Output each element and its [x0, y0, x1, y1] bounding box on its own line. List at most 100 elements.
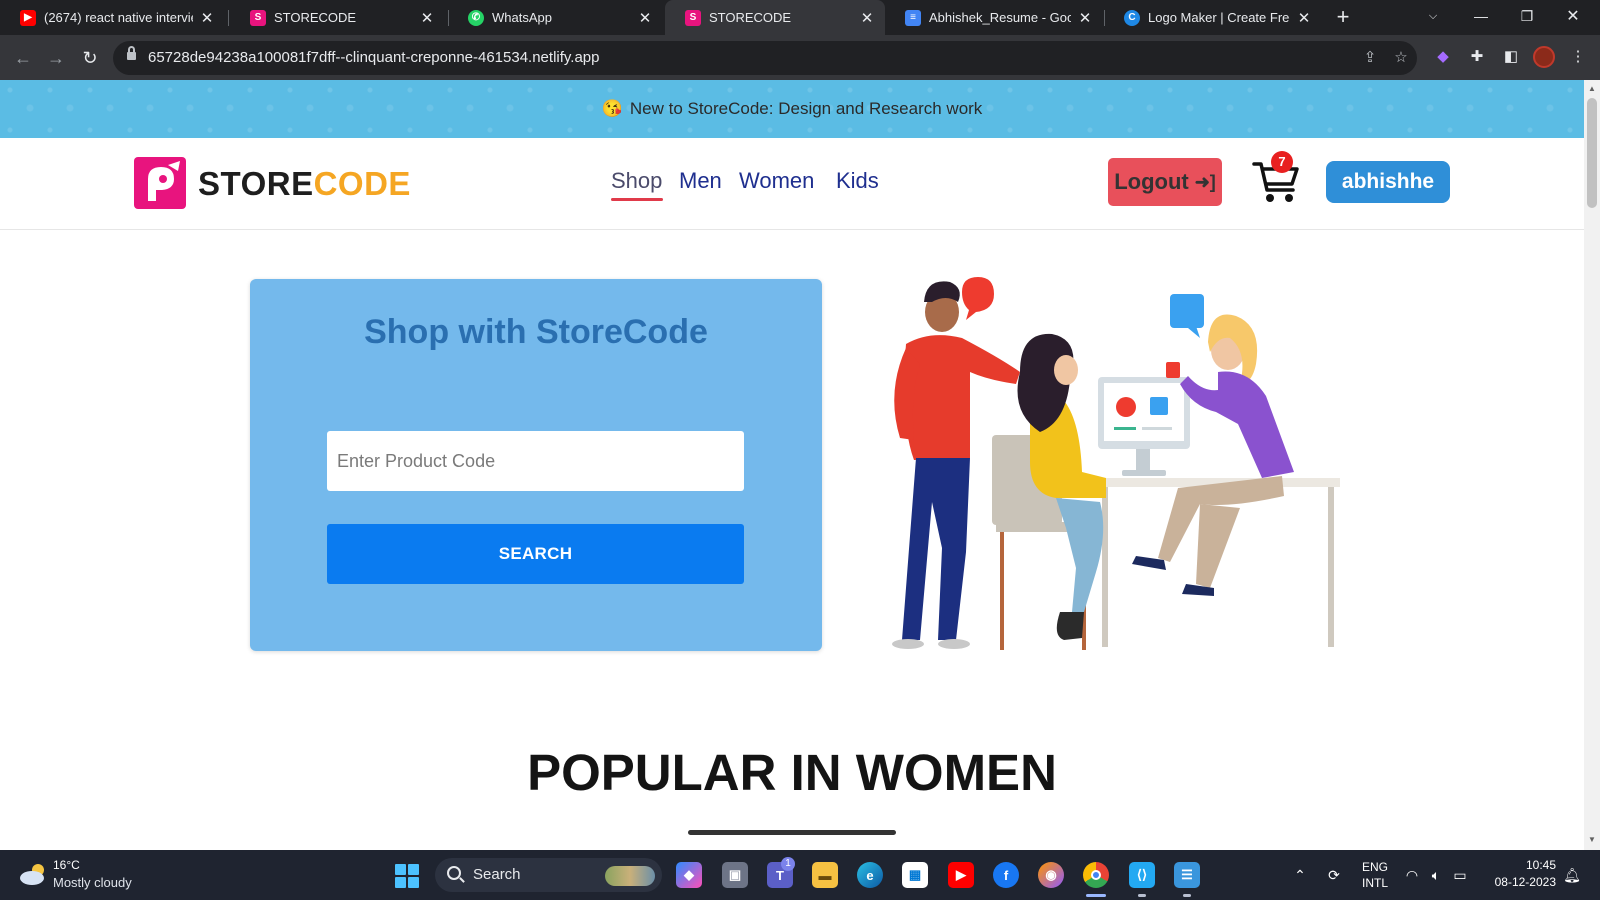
notepad-running-indicator	[1183, 894, 1191, 897]
windows-start-icon[interactable]	[395, 864, 419, 888]
tab-storecode-active[interactable]: S STORECODE ✕	[665, 0, 885, 35]
tab-title: (2674) react native intervie	[44, 10, 193, 25]
user-profile-button[interactable]: abhishhe	[1326, 161, 1450, 203]
scroll-up-arrow-icon[interactable]: ▲	[1587, 84, 1597, 94]
page-scrollbar[interactable]: ▲ ▼	[1584, 80, 1600, 850]
edge-browser-icon[interactable]: e	[857, 862, 883, 888]
logout-button[interactable]: Logout ➜]	[1108, 158, 1222, 206]
extension-copilot-icon[interactable]: ◆	[1431, 45, 1455, 69]
extensions-puzzle-icon[interactable]: ✚	[1465, 45, 1489, 69]
clock-date[interactable]: 08-12-2023	[1484, 875, 1556, 889]
sync-icon[interactable]: ⟳	[1324, 865, 1344, 885]
whatsapp-icon: ✆	[468, 9, 484, 26]
product-code-input[interactable]	[327, 431, 744, 491]
clock-time[interactable]: 10:45	[1484, 858, 1556, 872]
search-button[interactable]: SEARCH	[327, 524, 744, 584]
language-indicator-line1[interactable]: ENG	[1356, 860, 1394, 874]
tab-title: STORECODE	[274, 10, 357, 25]
site-logo-text[interactable]: STORECODE	[198, 165, 411, 203]
announcement-text: New to StoreCode: Design and Research wo…	[629, 99, 983, 118]
windows-taskbar: 16°C Mostly cloudy Search ◆ ▣ T 1 ▬ e ▦ …	[0, 850, 1600, 900]
firefox-icon[interactable]: ◉	[1038, 862, 1064, 888]
youtube-app-icon[interactable]: ▶	[948, 862, 974, 888]
team-working-illustration	[892, 277, 1340, 650]
kiss-emoji-icon: 😘	[601, 99, 623, 118]
notepad-icon[interactable]: ☰	[1174, 862, 1200, 888]
restore-icon[interactable]: ❐	[1504, 0, 1550, 35]
vscode-running-indicator	[1138, 894, 1146, 897]
storecode-logo-icon[interactable]	[134, 157, 186, 209]
nav-kids[interactable]: Kids	[836, 168, 879, 194]
tab-google-docs[interactable]: ≡ Abhishek_Resume - Googl ✕	[885, 0, 1103, 35]
nav-women[interactable]: Women	[739, 168, 814, 194]
sign-out-icon: ➜]	[1194, 171, 1216, 192]
new-tab-button[interactable]: +	[1330, 4, 1356, 30]
product-search-card: Shop with StoreCode SEARCH	[250, 279, 822, 651]
scroll-down-arrow-icon[interactable]: ▼	[1587, 835, 1597, 845]
address-bar[interactable]: 65728de94238a100081f7dff--clinquant-crep…	[113, 41, 1417, 75]
storecode-icon: S	[250, 9, 266, 26]
language-indicator-line2[interactable]: INTL	[1356, 876, 1394, 890]
logout-label: Logout	[1114, 169, 1189, 194]
tab-search-chevron-icon[interactable]: ⌵	[1410, 0, 1456, 35]
chrome-active-indicator	[1086, 894, 1106, 897]
logo-maker-icon: C	[1124, 9, 1140, 26]
tab-title: Logo Maker | Create Free L	[1148, 10, 1290, 25]
site-header: STORECODE Shop Men Women Kids Logout ➜] …	[0, 138, 1584, 230]
popular-section-title: POPULAR IN WOMEN	[527, 744, 1057, 801]
reload-icon[interactable]: ↻	[77, 45, 103, 71]
close-icon[interactable]: ✕	[419, 9, 435, 27]
more-menu-icon[interactable]: ⋮	[1566, 45, 1590, 69]
url-text[interactable]: 65728de94238a100081f7dff--clinquant-crep…	[148, 49, 599, 66]
taskbar-search-box[interactable]: Search	[435, 858, 662, 892]
close-icon[interactable]: ✕	[1077, 9, 1093, 27]
tab-title: Abhishek_Resume - Googl	[929, 10, 1071, 25]
side-panel-icon[interactable]: ◧	[1499, 45, 1523, 69]
tab-title: STORECODE	[709, 10, 792, 25]
share-icon[interactable]: ⇪	[1358, 46, 1382, 70]
search-card-title: Shop with StoreCode	[364, 313, 708, 351]
volume-icon[interactable]: 🔈︎	[1426, 865, 1446, 885]
tab-title: WhatsApp	[492, 10, 552, 25]
cloudy-weather-icon[interactable]	[18, 861, 48, 887]
forward-arrow-icon[interactable]: →	[43, 45, 69, 71]
announcement-bar: 😘 New to StoreCode: Design and Research …	[0, 80, 1584, 138]
tab-storecode[interactable]: S STORECODE ✕	[230, 0, 445, 35]
close-window-icon[interactable]: ✕	[1550, 0, 1596, 35]
minimize-icon[interactable]: —	[1458, 0, 1504, 35]
notification-bell-icon[interactable]: 🔔︎	[1562, 865, 1582, 885]
search-highlight-image	[605, 866, 655, 886]
close-icon[interactable]: ✕	[859, 9, 875, 27]
tab-whatsapp[interactable]: ✆ WhatsApp ✕	[448, 0, 663, 35]
nav-active-underline	[611, 198, 663, 201]
close-icon[interactable]: ✕	[637, 9, 653, 27]
battery-icon[interactable]: ▭	[1450, 865, 1470, 885]
chevron-up-icon[interactable]: ⌃	[1290, 865, 1310, 885]
chrome-icon[interactable]	[1083, 862, 1109, 888]
vscode-icon[interactable]: ⟨⟩	[1129, 862, 1155, 888]
bookmark-star-icon[interactable]: ☆	[1389, 46, 1413, 70]
microsoft-store-icon[interactable]: ▦	[902, 862, 928, 888]
teams-notification-badge: 1	[781, 857, 795, 871]
profile-avatar[interactable]	[1533, 46, 1555, 68]
tab-youtube[interactable]: ▶ (2674) react native intervie ✕	[0, 0, 225, 35]
close-icon[interactable]: ✕	[1296, 9, 1312, 27]
logo-code-text: CODE	[313, 165, 411, 202]
tab-separator	[228, 10, 229, 26]
browser-toolbar: ← → ↻ 65728de94238a100081f7dff--clinquan…	[0, 35, 1600, 80]
lock-icon	[127, 46, 136, 60]
nav-men[interactable]: Men	[679, 168, 722, 194]
logo-store-text: STORE	[198, 165, 314, 202]
wifi-icon[interactable]: ◠	[1402, 865, 1422, 885]
nav-shop[interactable]: Shop	[611, 168, 662, 194]
facebook-app-icon[interactable]: f	[993, 862, 1019, 888]
back-arrow-icon[interactable]: ←	[10, 45, 36, 71]
task-view-icon[interactable]: ▣	[722, 862, 748, 888]
scroll-thumb[interactable]	[1587, 98, 1597, 208]
youtube-icon: ▶	[20, 9, 36, 26]
file-explorer-icon[interactable]: ▬	[812, 862, 838, 888]
copilot-app-icon[interactable]: ◆	[676, 862, 702, 888]
close-icon[interactable]: ✕	[199, 9, 215, 27]
tab-logo-maker[interactable]: C Logo Maker | Create Free L ✕	[1104, 0, 1322, 35]
google-docs-icon: ≡	[905, 9, 921, 26]
